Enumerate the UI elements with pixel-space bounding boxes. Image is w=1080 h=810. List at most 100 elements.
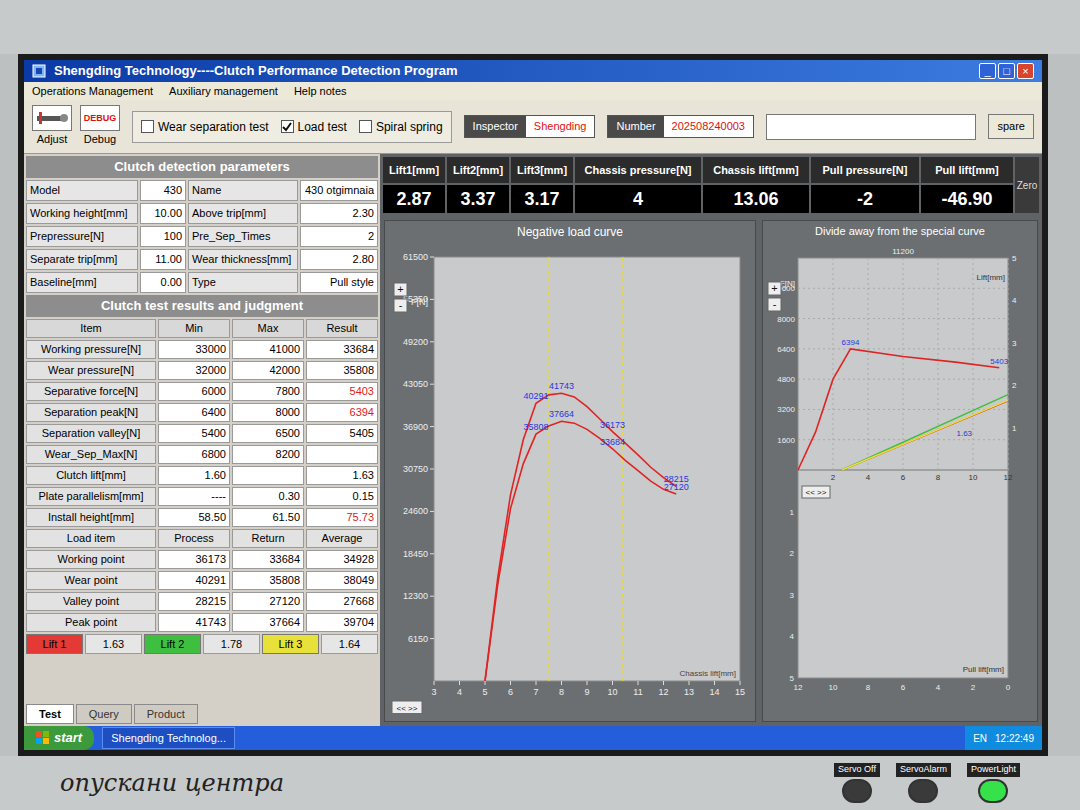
- marker-line: [548, 257, 549, 681]
- param-value[interactable]: 2.80: [300, 249, 378, 270]
- force-tick: 4800: [777, 375, 795, 384]
- checkbox-box[interactable]: [141, 120, 154, 133]
- start-button[interactable]: start: [24, 726, 94, 750]
- test-checkbox[interactable]: Load test: [281, 118, 347, 136]
- point-label: 41743: [549, 381, 574, 391]
- checkbox-box[interactable]: [281, 120, 294, 133]
- x-tick: 9: [584, 687, 589, 697]
- svg-text:-: -: [773, 298, 777, 310]
- result-cell: Process: [158, 529, 230, 548]
- lift-tick: 4: [1012, 296, 1017, 305]
- result-cell: Wear pressure[N]: [26, 361, 156, 380]
- x-tick: 10: [969, 473, 978, 482]
- section-header: Clutch test results and judgment: [26, 295, 378, 317]
- lift-series: [842, 400, 1008, 470]
- window-control[interactable]: □: [998, 63, 1015, 79]
- param-value[interactable]: 430: [140, 180, 186, 201]
- load-series: [485, 421, 676, 681]
- param-value[interactable]: 430 otgimnaia: [300, 180, 378, 201]
- language-indicator[interactable]: EN: [973, 731, 987, 746]
- tab[interactable]: Query: [76, 704, 132, 725]
- zero-button[interactable]: Zero: [1015, 157, 1039, 213]
- y-tick: 49200: [403, 337, 428, 347]
- window-control[interactable]: ×: [1017, 63, 1034, 79]
- result-cell: Return: [232, 529, 304, 548]
- param-value[interactable]: Pull style: [300, 272, 378, 293]
- point-label: 36173: [600, 420, 625, 430]
- lift-tick: 1: [1012, 423, 1017, 432]
- pull-x-tick: 2: [971, 683, 976, 692]
- force-tick: 1600: [777, 435, 795, 444]
- reading-value: 2.87: [383, 185, 445, 213]
- column-header: Item: [26, 319, 156, 338]
- test-checkbox[interactable]: Wear separation test: [141, 118, 269, 136]
- button-cap[interactable]: [978, 779, 1008, 803]
- tool-button[interactable]: DEBUGDebug: [80, 105, 120, 148]
- hmi-panel: Shengding Technology----Clutch Performan…: [0, 0, 1080, 810]
- param-label: Name: [188, 180, 298, 201]
- result-cell: 36173: [158, 550, 230, 569]
- result-cell: 75.73: [306, 508, 378, 527]
- check-icon: [282, 122, 292, 132]
- tab[interactable]: Test: [26, 704, 74, 725]
- task-button[interactable]: Shengding Technolog...: [102, 727, 235, 750]
- number-value[interactable]: 202508240003: [664, 116, 753, 137]
- tool-button[interactable]: Adjust: [32, 105, 72, 148]
- window-control[interactable]: _: [979, 63, 996, 79]
- menu-item[interactable]: Operations Management: [32, 83, 153, 100]
- panel-button[interactable]: Servo Off: [834, 763, 880, 803]
- x-tick: 6: [508, 687, 513, 697]
- lift-series: [842, 400, 1008, 469]
- force-series: [798, 348, 999, 469]
- lift-label: Lift 1: [26, 634, 83, 654]
- separation-chart-panel: Divide away from the special curve960080…: [762, 220, 1038, 722]
- tab[interactable]: Product: [134, 704, 198, 725]
- zoom-button[interactable]: -: [394, 299, 407, 312]
- y-tick: 24600: [403, 506, 428, 516]
- result-cell: Clutch lift[mm]: [26, 466, 156, 485]
- lift-tick: 3: [1012, 338, 1017, 347]
- menu-item[interactable]: Auxiliary management: [169, 83, 278, 100]
- menu-item[interactable]: Help notes: [294, 83, 347, 100]
- param-value[interactable]: 10.00: [140, 203, 186, 224]
- message-field[interactable]: [766, 114, 976, 140]
- lift-series: [842, 394, 1008, 469]
- scroll-button[interactable]: << >>: [802, 486, 830, 498]
- param-value[interactable]: 2: [300, 226, 378, 247]
- param-value[interactable]: 11.00: [140, 249, 186, 270]
- param-value[interactable]: 2.30: [300, 203, 378, 224]
- zoom-button[interactable]: +: [768, 282, 781, 295]
- button-cap[interactable]: [908, 779, 938, 803]
- force-tick: 3200: [777, 405, 795, 414]
- result-cell: 5403: [306, 382, 378, 401]
- panel-button[interactable]: ServoAlarm: [896, 763, 951, 803]
- zoom-button[interactable]: -: [768, 298, 781, 311]
- y-tick: 6150: [408, 634, 428, 644]
- test-checkbox[interactable]: Spiral spring: [359, 118, 443, 136]
- result-cell: 7800: [232, 382, 304, 401]
- reading-label: Pull lift[mm]: [921, 157, 1013, 183]
- param-label: Model: [26, 180, 138, 201]
- reading-label: Lift3[mm]: [511, 157, 573, 183]
- reading-value: -46.90: [921, 185, 1013, 213]
- result-cell: Load item: [26, 529, 156, 548]
- taskbar: startShengding Technolog...EN12:22:49: [24, 726, 1042, 750]
- zoom-button[interactable]: +: [394, 283, 407, 296]
- chart-title: Divide away from the special curve: [815, 221, 985, 242]
- result-cell: Plate parallelism[mm]: [26, 487, 156, 506]
- point-label: 37664: [549, 409, 574, 419]
- param-value[interactable]: 0.00: [140, 272, 186, 293]
- spare-button[interactable]: spare: [988, 114, 1034, 139]
- inspector-value[interactable]: Shengding: [526, 116, 595, 137]
- panel-button[interactable]: PowerLight: [967, 763, 1020, 803]
- checkbox-box[interactable]: [359, 120, 372, 133]
- param-label: Wear thickness[mm]: [188, 249, 298, 270]
- x-tick: 4: [457, 687, 462, 697]
- column-header: Max: [232, 319, 304, 338]
- windows-logo-icon: [36, 731, 50, 745]
- button-cap[interactable]: [842, 779, 872, 803]
- readings: Lift1[mm]Lift2[mm]Lift3[mm]Chassis press…: [380, 154, 1042, 216]
- number-field: Number202508240003: [607, 115, 754, 138]
- scroll-button[interactable]: << >>: [392, 701, 422, 713]
- param-value[interactable]: 100: [140, 226, 186, 247]
